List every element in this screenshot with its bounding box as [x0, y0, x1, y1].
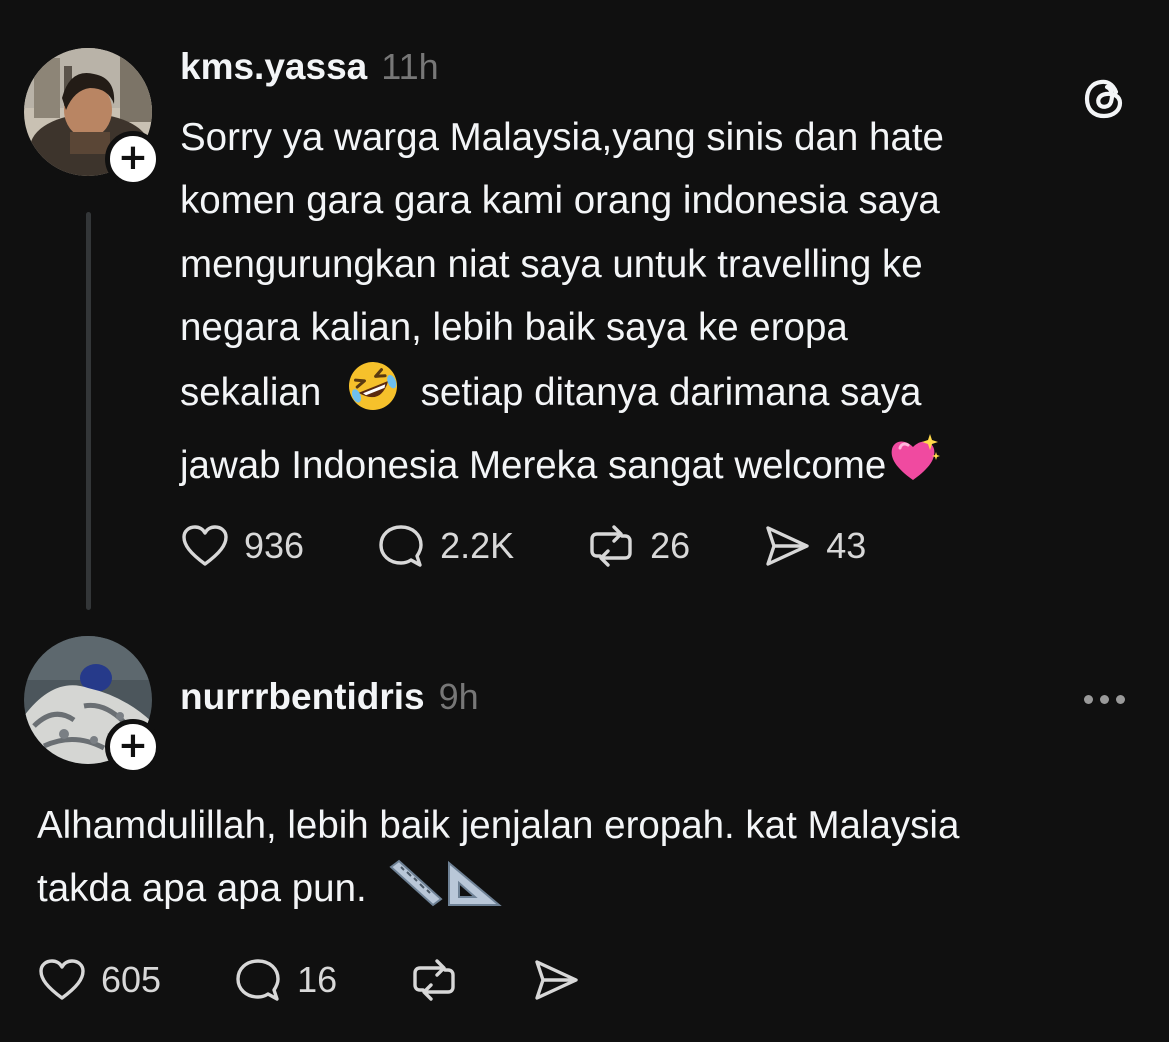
send-icon [766, 526, 809, 566]
share-count: 43 [826, 525, 867, 566]
follow-button-kms-yassa[interactable]: + [105, 131, 161, 187]
sparkling-heart-emoji [886, 432, 941, 505]
follow-button-nurrrbentidris[interactable]: + [105, 719, 161, 775]
post-line-1: Sorry ya warga Malaysia,yang sinis dan h… [180, 116, 944, 159]
post-line-3: mengurungkan niat saya untuk travelling … [180, 242, 923, 286]
thread-connector-line [86, 212, 91, 610]
reply-repost-button[interactable] [409, 956, 459, 1004]
share-button[interactable]: 43 [762, 522, 866, 570]
plus-icon: + [117, 724, 149, 766]
reply-like-button[interactable]: 605 [37, 957, 161, 1003]
rolling-on-floor-laughing-emoji [346, 359, 400, 432]
reply-username[interactable]: nurrrbentidris [180, 676, 425, 718]
triangular-ruler-emoji [443, 857, 503, 928]
post-line-6-text: jawab Indonesia Mereka sangat welcome [180, 444, 887, 488]
post-line-6: jawab Indonesia Mereka sangat welcome [180, 432, 944, 505]
reply-header: nurrrbentidris 9h [180, 676, 479, 718]
more-icon[interactable] [1084, 695, 1125, 704]
repost-icon [590, 525, 632, 567]
reply-count: 2.2K [440, 525, 515, 566]
post-line-4: negara kalian, lebih baik saya ke eropa [180, 305, 848, 349]
post-line-2: komen gara gara kami orang indonesia say… [180, 179, 940, 223]
heart-icon [182, 525, 228, 566]
repost-button[interactable]: 26 [586, 522, 690, 570]
reply-like-count: 605 [101, 959, 162, 1000]
repost-icon [413, 959, 455, 1001]
reply-reply-count: 16 [297, 959, 338, 1000]
plus-icon: + [117, 136, 149, 178]
post-line-5: sekalian setiap ditanya darimana saya [180, 359, 944, 432]
like-button[interactable]: 936 [180, 523, 304, 569]
post-body: Sorry ya warga Malaysia,yang sinis dan h… [180, 106, 944, 506]
straight-ruler-emoji [387, 857, 443, 928]
reply-action-bar: 605 16 [37, 956, 581, 1004]
send-icon [535, 960, 578, 1000]
reply-timestamp: 9h [438, 676, 479, 717]
post-line-5-b: setiap ditanya darimana saya [420, 371, 922, 415]
post-timestamp: 11h [381, 46, 439, 87]
like-count: 936 [244, 525, 305, 566]
reply-line-2: takda apa apa pun. [37, 857, 959, 928]
repost-count: 26 [650, 525, 691, 566]
reply-line-2-text: takda apa apa pun. [37, 867, 367, 911]
reply-button[interactable]: 2.2K [376, 522, 514, 570]
post-action-bar: 936 2.2K 26 43 [180, 522, 866, 570]
reply-line-1: Alhamdulillah, lebih baik jenjalan eropa… [37, 804, 960, 847]
post-line-5-a: sekalian [180, 371, 322, 415]
reply-body: Alhamdulillah, lebih baik jenjalan eropa… [37, 794, 959, 929]
post-username[interactable]: kms.yassa [180, 46, 367, 88]
reply-reply-button[interactable]: 16 [233, 956, 337, 1004]
post-header: kms.yassa 11h [180, 46, 439, 88]
comment-icon [379, 525, 423, 567]
comment-icon [236, 959, 280, 1001]
reply-share-button[interactable] [531, 956, 581, 1004]
heart-icon [39, 959, 85, 1000]
threads-logo-icon[interactable] [1082, 76, 1128, 122]
